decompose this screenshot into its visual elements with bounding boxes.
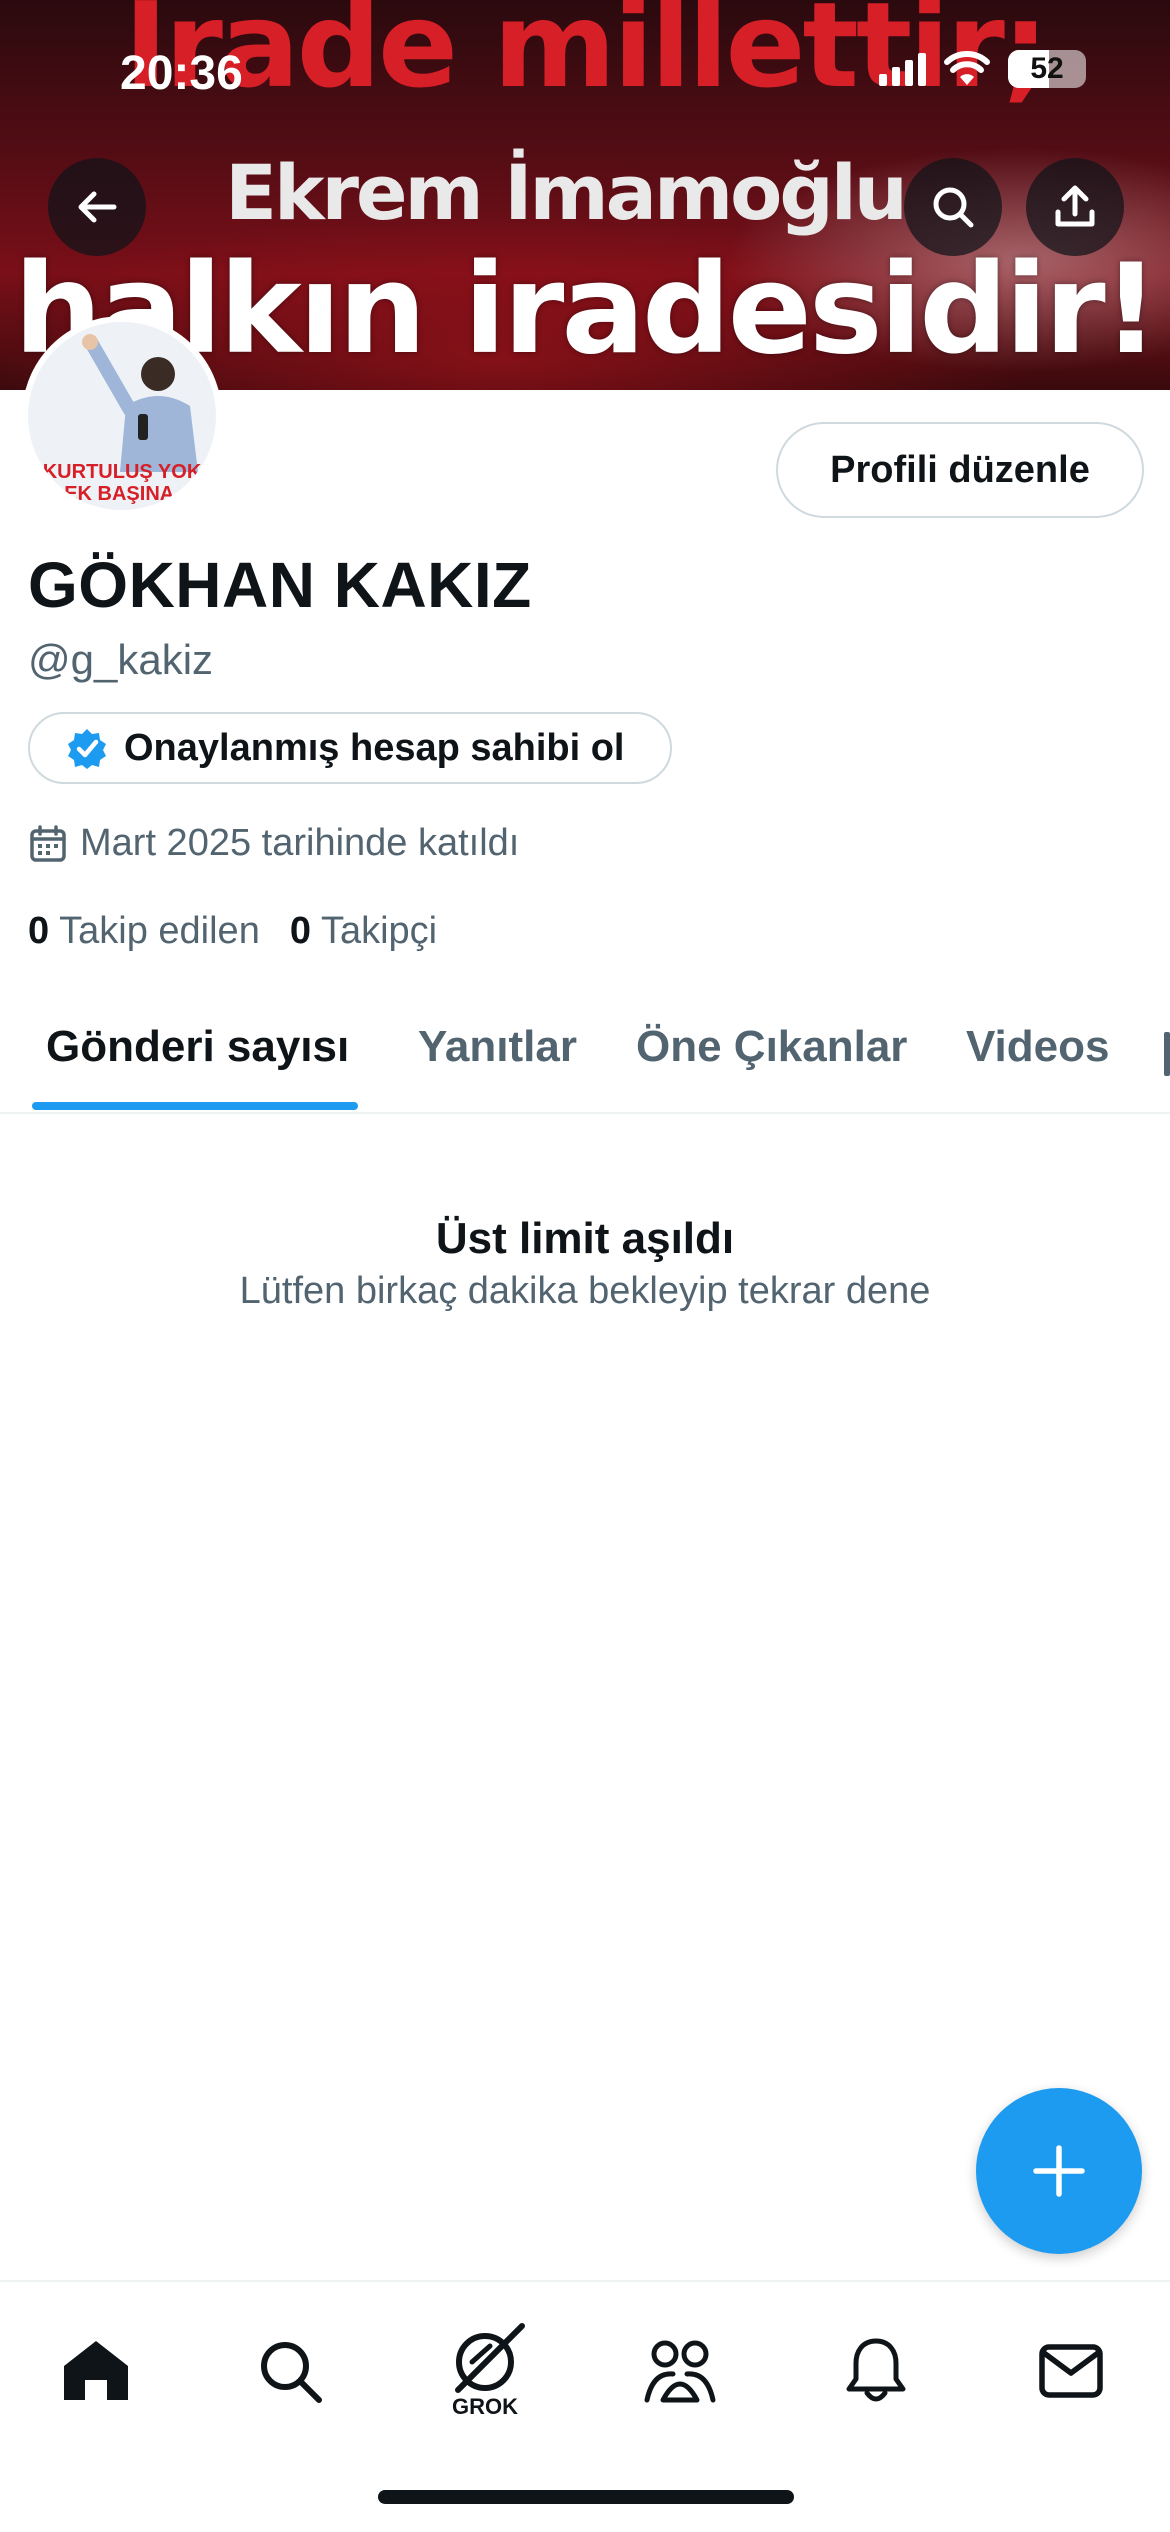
- messages-icon: [1039, 2344, 1103, 2398]
- edit-profile-button[interactable]: Profili düzenle: [776, 422, 1144, 518]
- get-verified-label: Onaylanmış hesap sahibi ol: [124, 726, 625, 769]
- battery-icon: 52: [1008, 50, 1086, 88]
- avatar-photo: KURTULUŞ YOK EK BAŞINA.: [28, 322, 216, 510]
- search-icon: [933, 187, 974, 228]
- avatar-caption-line1: KURTULUŞ YOK: [43, 461, 202, 483]
- wifi-icon: [944, 51, 990, 85]
- display-name: GÖKHAN KAKIZ: [28, 549, 532, 621]
- status-time: 20:36: [120, 47, 243, 100]
- tab-replies[interactable]: Yanıtlar: [418, 1022, 577, 1072]
- followers-label: Takipçi: [320, 910, 438, 952]
- search-icon: [261, 2342, 322, 2403]
- get-verified-button[interactable]: Onaylanmış hesap sahibi ol: [28, 712, 672, 784]
- followers-link[interactable]: 0 Takipçi: [290, 910, 437, 953]
- battery-level: 52: [1030, 52, 1064, 85]
- rate-limit-subtitle: Lütfen birkaç dakika bekleyip tekrar den…: [239, 1270, 931, 1312]
- status-icons: 52: [879, 50, 1086, 88]
- verified-badge-icon: [66, 727, 108, 769]
- communities-icon: [644, 2340, 716, 2403]
- plus-icon: [1033, 2145, 1085, 2197]
- search-button[interactable]: [904, 158, 1002, 256]
- back-button[interactable]: [48, 158, 146, 256]
- home-icon: [64, 2341, 128, 2400]
- compose-post-button[interactable]: [976, 2088, 1142, 2254]
- cellular-signal-icon: [879, 52, 926, 86]
- following-label: Takip edilen: [59, 910, 260, 952]
- calendar-icon: [30, 824, 66, 862]
- nav-notifications[interactable]: [816, 2316, 936, 2426]
- tab-videos[interactable]: Videos: [966, 1022, 1109, 1072]
- grok-label: GROK: [452, 2394, 518, 2419]
- nav-home[interactable]: [36, 2316, 156, 2426]
- following-count: 0: [28, 910, 50, 952]
- avatar[interactable]: KURTULUŞ YOK EK BAŞINA.: [22, 316, 222, 516]
- joined-label: Mart 2025 tarihinde katıldı: [80, 822, 520, 864]
- rate-limit-title: Üst limit aşıldı: [435, 1214, 735, 1263]
- grok-icon: [455, 2323, 525, 2393]
- profile-tabs: Gönderi sayısı Yanıtlar Öne Çıkanlar Vid…: [0, 1010, 1170, 1114]
- nav-grok[interactable]: GROK: [425, 2316, 545, 2426]
- followers-count: 0: [289, 910, 311, 952]
- tab-overflow-indicator: [1164, 1032, 1170, 1076]
- home-indicator[interactable]: [378, 2490, 794, 2504]
- avatar-caption-line2: EK BAŞINA.: [64, 483, 180, 505]
- nav-search[interactable]: [230, 2316, 350, 2426]
- notifications-icon: [846, 2338, 906, 2402]
- share-icon: [1055, 185, 1095, 227]
- arrow-left-icon: [78, 191, 117, 223]
- nav-communities[interactable]: [620, 2316, 740, 2426]
- joined-date: Mart 2025 tarihinde katıldı: [28, 822, 519, 865]
- active-tab-indicator: [32, 1102, 358, 1110]
- tab-posts[interactable]: Gönderi sayısı: [46, 1022, 349, 1072]
- username-handle: @g_kakiz: [28, 636, 214, 683]
- share-button[interactable]: [1026, 158, 1124, 256]
- following-link[interactable]: 0 Takip edilen: [28, 910, 260, 953]
- tab-highlights[interactable]: Öne Çıkanlar: [636, 1022, 907, 1072]
- nav-messages[interactable]: [1011, 2316, 1131, 2426]
- follow-stats: 0 Takip edilen 0 Takipçi: [28, 910, 437, 953]
